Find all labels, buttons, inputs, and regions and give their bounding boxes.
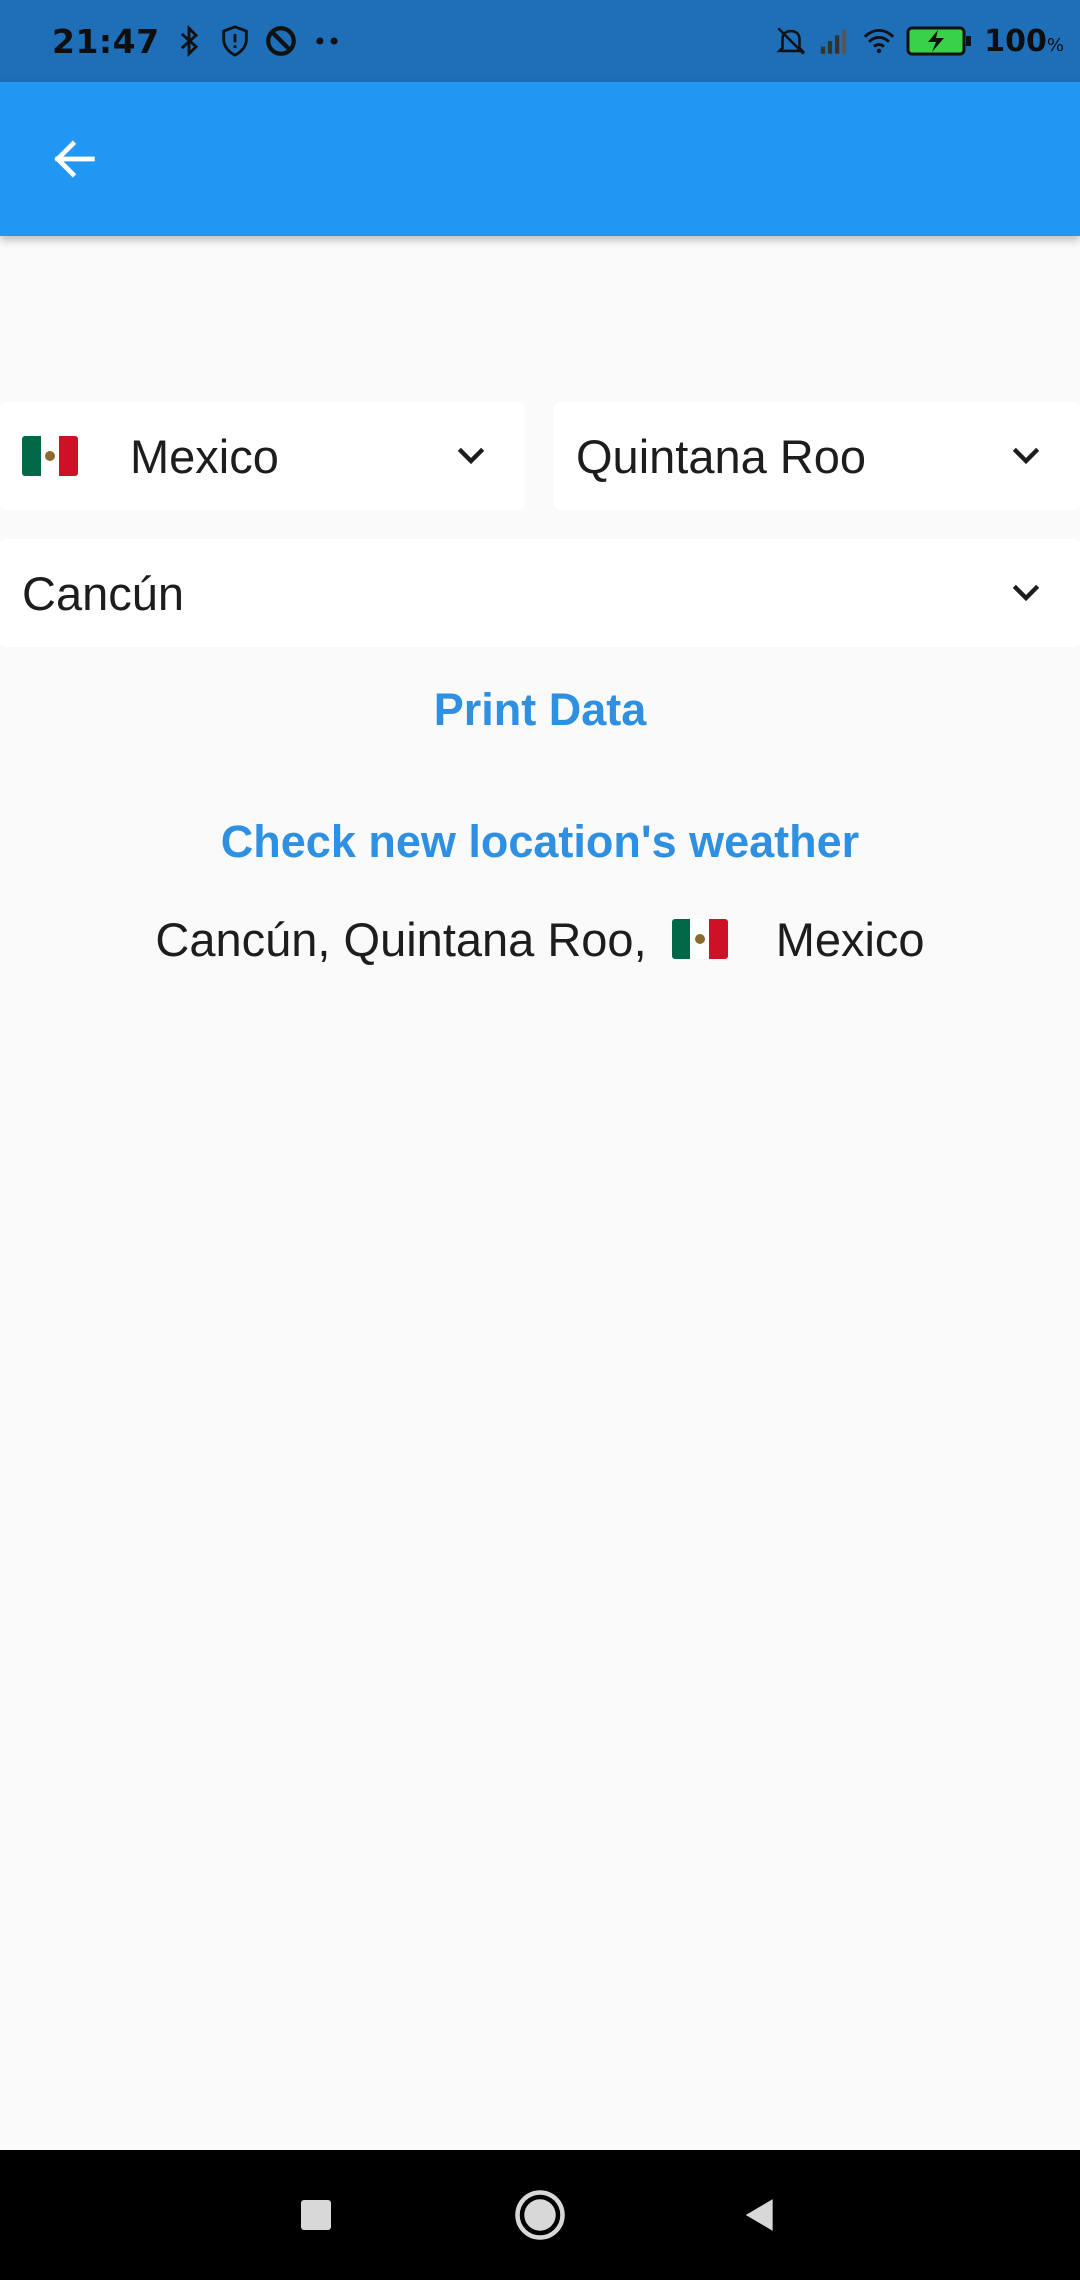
print-data-button[interactable]: Print Data [0,684,1080,736]
check-weather-button[interactable]: Check new location's weather [0,816,1080,868]
selected-location-text: Cancún, Quintana Roo, Mexico [0,909,1080,969]
back-triangle-icon [745,2199,773,2231]
shield-icon [221,25,248,57]
result-country: Mexico [775,912,925,966]
back-nav-button[interactable] [724,2179,796,2251]
result-prefix: Cancún, Quintana Roo, [155,912,660,966]
battery-percent: 100% [984,23,1064,59]
arrow-left-icon [54,140,95,178]
navigation-bar [0,2150,1080,2280]
mexico-flag-icon [22,436,78,476]
country-dropdown[interactable]: Mexico [0,402,525,510]
chevron-down-icon [1012,447,1040,465]
wifi-icon [864,28,895,54]
mexico-flag-icon [671,919,728,959]
state-dropdown[interactable]: Quintana Roo [554,402,1080,510]
status-time: 21:47 [52,21,160,61]
battery-charging-icon [906,26,972,56]
blocked-icon [265,26,296,56]
city-dropdown[interactable]: Cancún [0,539,1080,647]
country-value: Mexico [130,429,279,483]
home-button[interactable] [504,2179,576,2251]
chevron-down-icon [1012,584,1040,602]
recent-apps-button[interactable] [280,2179,352,2251]
signal-icon [821,29,847,54]
city-value: Cancún [22,566,184,620]
dots-icon [315,37,338,45]
home-icon [515,2190,565,2240]
recent-apps-icon [301,2200,331,2230]
state-value: Quintana Roo [576,429,867,483]
status-bar: 21:47 100% [0,0,1080,82]
app-bar [0,82,1080,236]
back-button[interactable] [40,124,110,194]
mute-icon [776,27,806,55]
bluetooth-icon [180,24,198,58]
status-left: 21:47 [52,0,344,82]
chevron-down-icon [457,447,485,465]
status-right: 100% [774,0,1064,82]
